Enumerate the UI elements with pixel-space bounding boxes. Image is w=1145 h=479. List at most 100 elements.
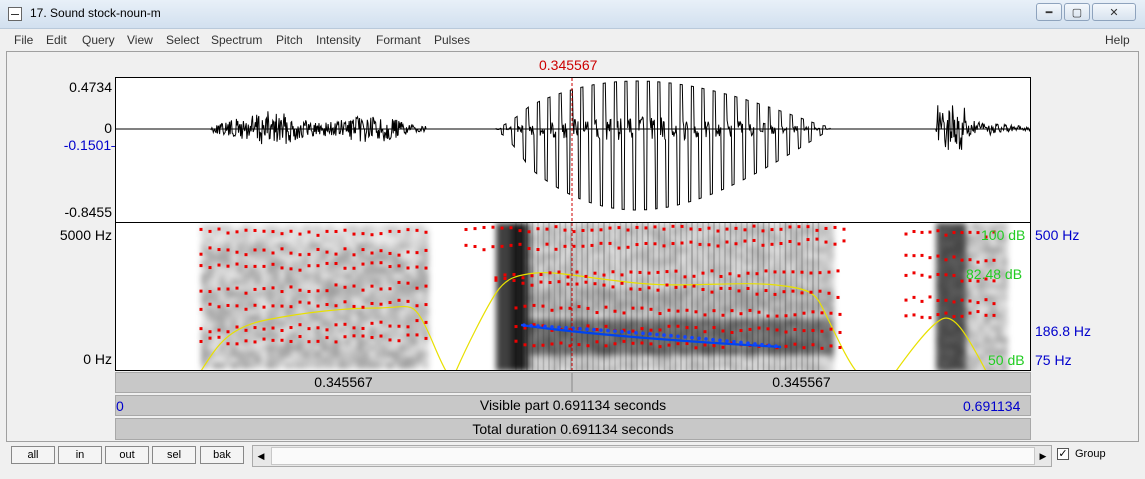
spectrogram-energy-patch (207, 321, 213, 327)
formant-dot (424, 230, 428, 234)
spectrogram-energy-patch (948, 325, 954, 331)
spectrogram-energy-patch (375, 225, 381, 231)
spectrogram-energy-patch (279, 273, 285, 279)
formant-dot (253, 264, 257, 268)
maximize-button[interactable]: ▢ (1064, 3, 1090, 21)
spectrogram-energy-patch (375, 279, 381, 285)
formant-dot (952, 231, 956, 235)
spectrogram-energy-patch (966, 235, 972, 241)
formant-dot (253, 228, 257, 232)
minimize-button[interactable]: ━ (1036, 3, 1062, 21)
menu-formant[interactable]: Formant (376, 33, 421, 47)
spectrogram-energy-patch (417, 279, 423, 285)
pitch-point (732, 339, 736, 344)
zoom-in-button[interactable]: in (58, 446, 102, 464)
spectrogram-energy-patch (405, 345, 411, 351)
formant-dot (482, 248, 486, 252)
total-duration-bar[interactable]: Total duration 0.691134 seconds (115, 418, 1031, 440)
menu-query[interactable]: Query (82, 33, 115, 47)
spectrogram-energy-patch (411, 357, 417, 363)
spectrogram-energy-patch (534, 295, 540, 301)
menu-view[interactable]: View (127, 33, 153, 47)
zoom-sel-button[interactable]: sel (152, 446, 196, 464)
formant-dot (626, 245, 630, 249)
spectrogram-energy-patch (1002, 313, 1008, 319)
formant-dot (788, 225, 792, 229)
spectrogram-energy-patch (954, 241, 960, 247)
spectrogram-energy-patch (249, 243, 255, 249)
formant-dot (424, 303, 428, 307)
spectrogram-energy-patch (948, 349, 954, 355)
menu-intensity[interactable]: Intensity (316, 33, 361, 47)
spectrogram-energy-patch (393, 357, 399, 363)
waveform-trace (116, 80, 1030, 211)
spectrogram-energy-patch (936, 343, 942, 349)
formant-dot (590, 228, 594, 232)
spectrogram-energy-patch (534, 259, 540, 265)
formant-dot (928, 295, 932, 299)
spectrogram-energy-patch (978, 247, 984, 253)
spectrogram-energy-patch (666, 319, 672, 325)
formant-dot (761, 229, 765, 233)
menu-file[interactable]: File (14, 33, 33, 47)
spectrogram-energy-patch (291, 363, 297, 369)
spectrogram-energy-patch (375, 363, 381, 369)
spectrogram-energy-patch (990, 247, 996, 253)
waveform-panel[interactable] (115, 77, 1031, 223)
spectrogram-energy-patch (357, 297, 363, 303)
menu-edit[interactable]: Edit (46, 33, 67, 47)
scroll-left-icon[interactable]: ◀ (255, 449, 267, 463)
spectrogram-energy-patch (321, 339, 327, 345)
spectrogram-energy-patch (942, 223, 948, 229)
spectrogram-energy-patch (303, 255, 309, 261)
close-button[interactable]: ✕ (1092, 3, 1136, 21)
zoom-out-button[interactable]: out (105, 446, 149, 464)
formant-dot (683, 285, 687, 289)
formant-dot (752, 238, 756, 242)
menu-help[interactable]: Help (1105, 33, 1130, 47)
pitch-point (683, 335, 687, 339)
time-segment-right[interactable]: 0.345567 (572, 372, 1031, 393)
menu-spectrum[interactable]: Spectrum (211, 33, 262, 47)
spectrogram-energy-patch (798, 253, 804, 259)
spectrogram-energy-patch (357, 309, 363, 315)
spectrogram-panel[interactable] (115, 223, 1031, 371)
spectrogram-energy-patch (327, 357, 333, 363)
spectrogram-energy-patch (534, 235, 540, 241)
spectrogram-energy-patch (966, 253, 972, 259)
spectrogram-energy-patch (600, 265, 606, 271)
spectrogram-energy-patch (558, 355, 564, 361)
formant-dot (674, 285, 678, 289)
window-title: 17. Sound stock-noun-m (30, 6, 161, 20)
spectrogram-energy-patch (249, 333, 255, 339)
spectrogram-energy-patch (558, 241, 564, 247)
spectrogram-energy-patch (369, 309, 375, 315)
spectrogram-energy-patch (273, 291, 279, 297)
spectrogram-energy-patch (345, 351, 351, 357)
formant-dot (649, 328, 653, 332)
scrollbar-thumb[interactable] (271, 447, 1035, 465)
spectrogram-energy-patch (297, 243, 303, 249)
formant-dot (415, 228, 419, 232)
zoom-back-button[interactable]: bak (200, 446, 244, 464)
menu-pitch[interactable]: Pitch (276, 33, 303, 47)
spectrogram-energy-patch (828, 349, 834, 355)
zoom-all-button[interactable]: all (11, 446, 55, 464)
formant-dot (838, 345, 842, 349)
spectrogram-energy-patch (297, 279, 303, 285)
menu-pulses[interactable]: Pulses (434, 33, 470, 47)
formant-dot (361, 248, 365, 252)
group-checkbox[interactable]: ✓ (1057, 448, 1069, 460)
menu-select[interactable]: Select (166, 33, 199, 47)
spectrogram-energy-patch (954, 361, 960, 367)
time-segment-left[interactable]: 0.345567 (115, 372, 572, 393)
formant-dot (644, 226, 648, 230)
spectrogram-energy-patch (321, 315, 327, 321)
time-scrollbar[interactable]: ◀ ▶ (252, 445, 1052, 467)
spectrogram-energy-patch (942, 319, 948, 325)
formant-dot (226, 248, 230, 252)
spectrogram-energy-patch (600, 223, 606, 229)
scroll-right-icon[interactable]: ▶ (1037, 449, 1049, 463)
visible-part-bar[interactable]: Visible part 0.691134 seconds (115, 395, 1031, 416)
spectrogram-energy-patch (351, 237, 357, 243)
